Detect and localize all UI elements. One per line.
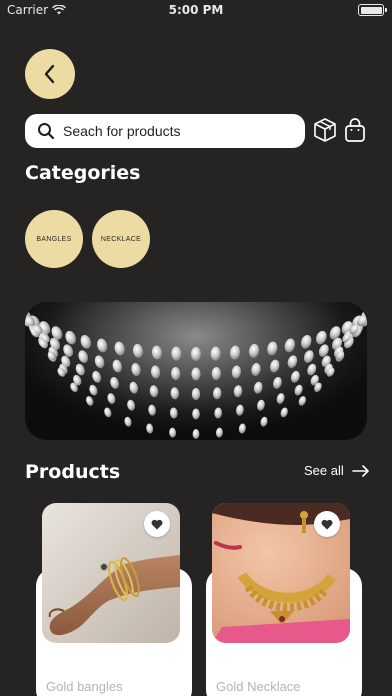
necklace-gem: [107, 393, 116, 404]
necklace-gem: [80, 334, 92, 349]
necklace-gem: [257, 399, 265, 411]
necklace-gem: [267, 341, 278, 356]
search-input[interactable]: [63, 123, 305, 139]
necklace-gem: [171, 346, 182, 361]
category-bangles[interactable]: BANGLES: [25, 210, 83, 268]
necklace-gem: [276, 393, 285, 404]
heart-icon: [321, 519, 333, 529]
necklace-gem: [86, 396, 94, 406]
necklace-gem: [112, 359, 123, 373]
box-button[interactable]: [312, 116, 338, 144]
necklace-gem: [280, 407, 288, 418]
necklace-gem: [211, 367, 221, 380]
necklace-gem: [89, 384, 98, 396]
necklace-gem: [298, 396, 306, 406]
battery-icon: [358, 4, 387, 16]
search-icon: [38, 123, 55, 140]
necklace-gem: [233, 385, 243, 398]
necklace-gem: [97, 338, 108, 353]
necklace-banner-image: [25, 306, 367, 439]
promo-banner[interactable]: [25, 302, 367, 440]
necklace-gem: [146, 423, 154, 434]
necklace-gem: [238, 423, 246, 434]
necklace-gem: [131, 363, 141, 376]
necklace-gem: [110, 377, 119, 389]
necklace-gem: [132, 343, 144, 358]
favorite-button-necklace[interactable]: [314, 511, 340, 537]
necklace-gem: [191, 347, 201, 361]
necklace-gem: [94, 355, 105, 369]
necklace-gem: [78, 350, 89, 363]
cart-button[interactable]: [342, 116, 368, 144]
necklace-gem: [231, 365, 242, 379]
necklace-gem: [251, 363, 261, 376]
necklace-gem: [129, 381, 139, 394]
see-all-label: See all: [304, 463, 344, 478]
necklace-gem: [229, 345, 241, 360]
back-arrow-icon: [44, 64, 55, 84]
search-bar[interactable]: [25, 114, 305, 148]
necklace-gem: [290, 370, 300, 383]
necklace-gem: [315, 330, 327, 345]
necklace-gem: [215, 427, 223, 438]
necklace-gem: [236, 404, 244, 416]
necklace-gem: [169, 407, 178, 419]
necklace-gem: [210, 346, 221, 361]
product-name-necklace: Gold Necklace: [216, 679, 301, 694]
necklace-gem: [104, 407, 112, 418]
product-name-bangles: Gold bangles: [46, 679, 123, 694]
shopping-bag-icon: [345, 118, 365, 142]
status-time: 5:00 PM: [168, 3, 224, 17]
necklace-gem: [148, 404, 156, 416]
necklace-gem: [192, 408, 200, 420]
categories-title: Categories: [25, 162, 141, 184]
necklace-gem: [303, 350, 314, 363]
necklace-gem: [75, 363, 85, 376]
favorite-button-bangles[interactable]: [144, 511, 170, 537]
necklace-gem: [192, 429, 200, 439]
arrow-right-icon: [351, 464, 369, 477]
necklace-gem: [151, 345, 163, 360]
necklace-gem: [170, 387, 180, 400]
necklace-gem: [260, 416, 268, 427]
necklace-gem: [307, 363, 317, 376]
necklace-gem: [294, 384, 303, 396]
necklace-gem: [269, 359, 280, 373]
see-all-link[interactable]: See all: [304, 463, 370, 478]
necklace-gem: [191, 388, 201, 400]
category-necklace[interactable]: NECKLACE: [92, 210, 150, 268]
necklace-gem: [287, 355, 298, 369]
necklace-gem: [248, 343, 260, 358]
necklace-gem: [114, 341, 125, 356]
products-title: Products: [25, 461, 121, 483]
back-button[interactable]: [25, 49, 75, 99]
necklace-gem: [253, 381, 263, 394]
heart-icon: [151, 519, 163, 529]
necklace-gem: [127, 399, 135, 411]
necklace-gem: [214, 407, 223, 419]
necklace-gem: [171, 367, 181, 380]
necklace-gem: [212, 387, 222, 400]
necklace-gem: [300, 334, 312, 349]
necklace-gem: [124, 416, 132, 427]
necklace-gem: [149, 385, 159, 398]
necklace-gem: [92, 370, 102, 383]
necklace-gem: [273, 377, 282, 389]
box-icon: [314, 118, 336, 142]
necklace-gem: [150, 365, 161, 379]
necklace-gem: [284, 338, 295, 353]
status-bar: Carrier 5:00 PM: [0, 0, 392, 20]
necklace-gem: [191, 367, 201, 381]
necklace-gem: [65, 330, 77, 345]
necklace-gem: [169, 427, 177, 438]
